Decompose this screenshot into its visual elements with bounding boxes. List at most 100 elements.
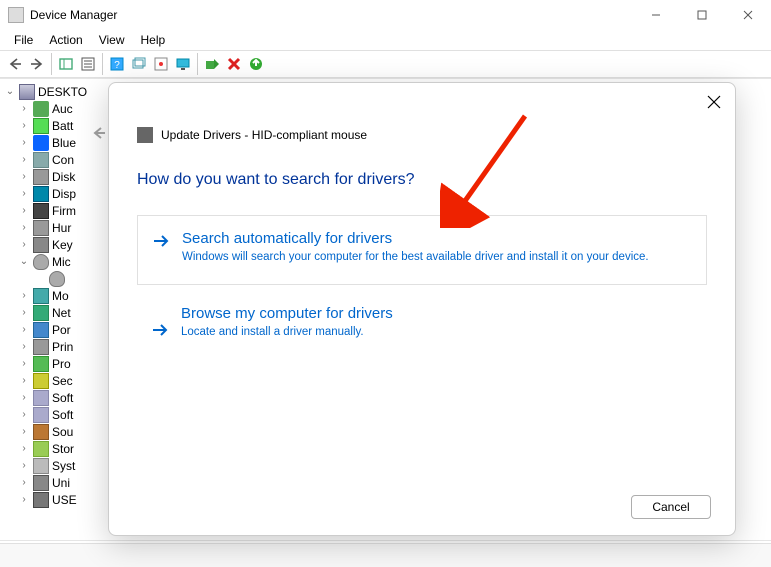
expand-icon[interactable]: › bbox=[18, 341, 30, 352]
menu-action[interactable]: Action bbox=[41, 31, 90, 49]
device-category-icon bbox=[33, 339, 49, 355]
titlebar: Device Manager bbox=[0, 0, 771, 30]
tree-item-label[interactable]: Uni bbox=[52, 476, 70, 490]
expand-icon[interactable]: › bbox=[18, 103, 30, 114]
expand-icon[interactable]: › bbox=[18, 154, 30, 165]
tree-item-label[interactable]: Key bbox=[52, 238, 73, 252]
expand-icon[interactable]: › bbox=[18, 494, 30, 505]
tree-item-label[interactable]: Blue bbox=[52, 136, 76, 150]
tree-item-label[interactable]: Soft bbox=[52, 408, 73, 422]
expand-icon[interactable]: › bbox=[18, 477, 30, 488]
maximize-button[interactable] bbox=[679, 0, 725, 30]
dialog-device-icon bbox=[137, 127, 153, 143]
tree-item-label[interactable]: Hur bbox=[52, 221, 71, 235]
menubar: File Action View Help bbox=[0, 30, 771, 50]
dialog-title: Update Drivers - HID-compliant mouse bbox=[161, 128, 367, 142]
tree-item-label[interactable]: Batt bbox=[52, 119, 73, 133]
tree-item-label[interactable]: Stor bbox=[52, 442, 74, 456]
forward-icon[interactable] bbox=[26, 53, 48, 75]
device-category-icon bbox=[33, 390, 49, 406]
expand-icon[interactable]: › bbox=[18, 120, 30, 131]
option1-desc: Windows will search your computer for th… bbox=[182, 250, 686, 266]
tree-item-label[interactable]: Disk bbox=[52, 170, 75, 184]
window-title: Device Manager bbox=[30, 8, 117, 22]
option1-title: Search automatically for drivers bbox=[182, 230, 686, 247]
device-category-icon bbox=[33, 169, 49, 185]
tree-item-label[interactable]: Con bbox=[52, 153, 74, 167]
minimize-button[interactable] bbox=[633, 0, 679, 30]
tree-item-label[interactable]: Mic bbox=[52, 255, 71, 269]
tree-item-label[interactable]: Disp bbox=[52, 187, 76, 201]
option-browse-computer[interactable]: Browse my computer for drivers Locate an… bbox=[137, 305, 707, 341]
device-category-icon bbox=[33, 220, 49, 236]
expand-icon[interactable]: › bbox=[18, 392, 30, 403]
dialog-back-icon[interactable] bbox=[91, 125, 107, 146]
expand-icon[interactable]: › bbox=[18, 426, 30, 437]
statusbar bbox=[0, 543, 771, 567]
update-icon[interactable] bbox=[150, 53, 172, 75]
expand-icon[interactable]: › bbox=[18, 205, 30, 216]
enable-icon[interactable] bbox=[201, 53, 223, 75]
show-hidden-icon[interactable] bbox=[55, 53, 77, 75]
scan-icon[interactable] bbox=[128, 53, 150, 75]
toolbar: ? bbox=[0, 50, 771, 78]
menu-view[interactable]: View bbox=[91, 31, 133, 49]
expand-icon[interactable]: › bbox=[18, 307, 30, 318]
tree-item-label[interactable]: Firm bbox=[52, 204, 76, 218]
device-category-icon bbox=[33, 254, 49, 270]
menu-file[interactable]: File bbox=[6, 31, 41, 49]
help-icon[interactable]: ? bbox=[106, 53, 128, 75]
tree-item-label[interactable]: Pro bbox=[52, 357, 71, 371]
uninstall-icon[interactable] bbox=[245, 53, 267, 75]
menu-help[interactable]: Help bbox=[133, 31, 174, 49]
option2-desc: Locate and install a driver manually. bbox=[181, 325, 707, 341]
tree-item-label[interactable]: USE bbox=[52, 493, 77, 507]
close-button[interactable] bbox=[725, 0, 771, 30]
device-category-icon bbox=[33, 186, 49, 202]
tree-item-label[interactable]: Prin bbox=[52, 340, 73, 354]
device-category-icon bbox=[33, 118, 49, 134]
properties-icon[interactable] bbox=[77, 53, 99, 75]
disable-icon[interactable] bbox=[223, 53, 245, 75]
expand-icon[interactable]: › bbox=[18, 409, 30, 420]
tree-item-label[interactable]: Mo bbox=[52, 289, 69, 303]
expand-icon[interactable]: › bbox=[18, 188, 30, 199]
cancel-button[interactable]: Cancel bbox=[631, 495, 711, 519]
expand-icon[interactable]: › bbox=[18, 171, 30, 182]
expand-icon[interactable]: ⌄ bbox=[4, 86, 16, 97]
expand-icon[interactable]: › bbox=[18, 137, 30, 148]
device-category-icon bbox=[33, 458, 49, 474]
expand-icon[interactable]: › bbox=[18, 239, 30, 250]
expand-icon[interactable]: ⌄ bbox=[18, 256, 30, 267]
expand-icon[interactable]: › bbox=[18, 443, 30, 454]
monitor-icon[interactable] bbox=[172, 53, 194, 75]
expand-icon[interactable]: › bbox=[18, 324, 30, 335]
tree-item-label[interactable]: Sec bbox=[52, 374, 73, 388]
back-icon[interactable] bbox=[4, 53, 26, 75]
expand-icon[interactable]: › bbox=[18, 222, 30, 233]
expand-icon[interactable]: › bbox=[18, 460, 30, 471]
expand-icon[interactable]: › bbox=[18, 358, 30, 369]
option-search-automatically[interactable]: Search automatically for drivers Windows… bbox=[137, 215, 707, 285]
device-category-icon bbox=[33, 424, 49, 440]
tree-item-label[interactable]: Net bbox=[52, 306, 71, 320]
device-category-icon bbox=[33, 492, 49, 508]
tree-item-label[interactable]: Auc bbox=[52, 102, 73, 116]
device-category-icon bbox=[33, 475, 49, 491]
tree-item-label[interactable]: Sou bbox=[52, 425, 73, 439]
option2-title: Browse my computer for drivers bbox=[181, 305, 707, 322]
tree-root-label[interactable]: DESKTO bbox=[38, 85, 87, 99]
tree-item-label[interactable]: Syst bbox=[52, 459, 75, 473]
tree-item-label[interactable]: Soft bbox=[52, 391, 73, 405]
expand-icon[interactable]: › bbox=[18, 375, 30, 386]
device-category-icon bbox=[33, 203, 49, 219]
device-category-icon bbox=[33, 237, 49, 253]
update-driver-dialog: Update Drivers - HID-compliant mouse How… bbox=[108, 82, 736, 536]
app-icon bbox=[8, 7, 24, 23]
expand-icon[interactable]: › bbox=[18, 290, 30, 301]
device-category-icon bbox=[33, 373, 49, 389]
tree-item-label[interactable]: Por bbox=[52, 323, 71, 337]
device-category-icon bbox=[33, 407, 49, 423]
dialog-close-icon[interactable] bbox=[707, 95, 721, 109]
device-category-icon bbox=[33, 152, 49, 168]
